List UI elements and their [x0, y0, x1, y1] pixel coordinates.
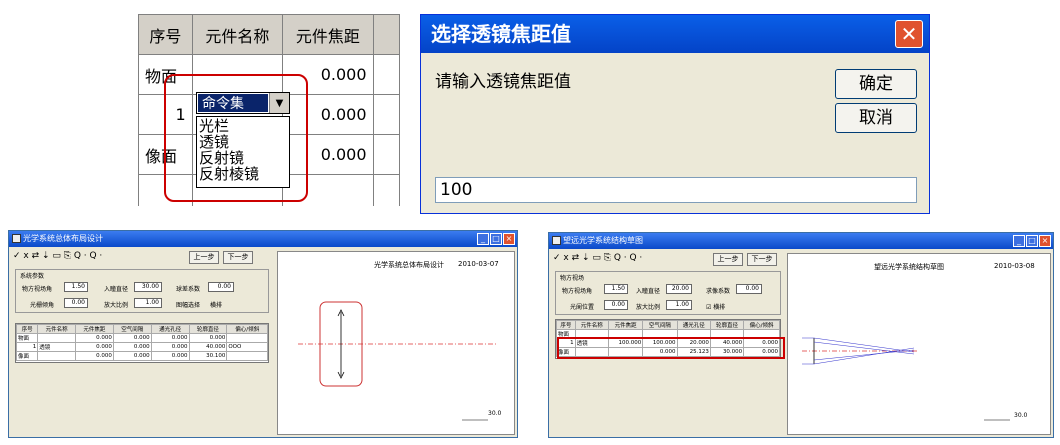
scale-label: 30.0: [1014, 412, 1028, 419]
maximize-icon[interactable]: □: [1026, 235, 1038, 247]
cancel-button[interactable]: 取消: [835, 103, 917, 133]
header-extra: [372, 14, 400, 55]
prev-step-button[interactable]: 上一步: [713, 253, 743, 266]
coef-input[interactable]: 0.00: [736, 284, 762, 294]
system-params-group: 系统参数 物方视场角 1.50 入瞳直径 30.00 球差系数 0.00 光栅倾…: [15, 269, 269, 313]
layout-canvas[interactable]: 光学系统总体布局设计 2010-03-07 30.0: [277, 251, 515, 435]
obj-field-input[interactable]: 1.50: [604, 284, 628, 294]
component-grid[interactable]: 序号 元件名称 元件焦距 空气间隔 通光孔径 轮廓直径 偏心/倾斜 物面 0.000 0.000…: [15, 323, 269, 363]
prev-step-button[interactable]: 上一步: [189, 251, 219, 264]
aperture-input[interactable]: 0.00: [64, 298, 88, 308]
ray-sketch: [802, 337, 1010, 421]
next-step-button[interactable]: 下一步: [223, 251, 253, 264]
dialog-prompt: 请输入透镜焦距值: [435, 72, 571, 92]
group-title: 系统参数: [20, 273, 45, 280]
entrance-input[interactable]: 20.00: [666, 284, 692, 294]
window-titlebar[interactable]: 光学系统总体布局设计 _ □ ×: [9, 231, 517, 247]
sketch-canvas[interactable]: 望远光学系统结构草图 2010-03-08 30.0: [787, 253, 1051, 435]
lens-sketch: [298, 301, 496, 421]
window-title: 光学系统总体布局设计: [23, 234, 103, 243]
aperture-input[interactable]: 0.00: [604, 300, 628, 310]
toolbar[interactable]: ✓ ⅹ ⇄ ⇣ ▭ ⎘ Q · Q ·: [13, 251, 102, 261]
window-titlebar[interactable]: 望远光学系统结构草图 _ □ ×: [549, 233, 1053, 249]
layout-choice[interactable]: 横排: [210, 300, 222, 309]
window-title: 望远光学系统结构草图: [563, 236, 643, 245]
close-icon[interactable]: ×: [1039, 235, 1051, 247]
highlight-annotation: [164, 74, 308, 202]
telescope-sketch-window: 望远光学系统结构草图 _ □ × ✓ ⅹ ⇄ ⇣ ▭ ⎘ Q · Q · 上一步 下…: [548, 232, 1054, 438]
focal-length-input[interactable]: 100: [435, 177, 917, 203]
table-row[interactable]: 物面 0.000 0.000 0.000 0.000: [15, 333, 268, 343]
app-icon: [552, 236, 561, 245]
mag-input[interactable]: 1.00: [666, 300, 692, 310]
coef-input[interactable]: 0.00: [208, 282, 234, 292]
close-icon[interactable]: ✕: [895, 20, 923, 48]
group-title: 物方视场: [560, 275, 585, 282]
next-step-button[interactable]: 下一步: [747, 253, 777, 266]
table-row[interactable]: 1 透镜 0.000 0.000 0.000 40.000 OOO: [15, 342, 268, 352]
header-seq: 序号: [138, 14, 193, 55]
header-focal: 元件焦距: [282, 14, 374, 55]
maximize-icon[interactable]: □: [490, 233, 502, 245]
dialog-title: 选择透镜焦距值: [421, 15, 929, 53]
close-icon[interactable]: ×: [503, 233, 515, 245]
toolbar[interactable]: ✓ ⅹ ⇄ ⇣ ▭ ⎘ Q · Q ·: [553, 253, 642, 263]
focal-length-dialog: 选择透镜焦距值 ✕ 请输入透镜焦距值 确定 取消 100: [420, 14, 930, 214]
obj-field-input[interactable]: 1.50: [64, 282, 88, 292]
app-icon: [12, 234, 21, 243]
ok-button[interactable]: 确定: [835, 69, 917, 99]
minimize-icon[interactable]: _: [1013, 235, 1025, 247]
object-field-group: 物方视场 物方视场角 1.50 入瞳直径 20.00 求像系数 0.00 光阑位…: [555, 271, 781, 315]
layout-checkbox[interactable]: ☑ 横排: [706, 302, 725, 311]
scale-label: 30.0: [488, 410, 502, 417]
minimize-icon[interactable]: _: [477, 233, 489, 245]
highlight-annotation: [557, 337, 785, 359]
layout-design-window: 光学系统总体布局设计 _ □ × ✓ ⅹ ⇄ ⇣ ▭ ⎘ Q · Q · 上一步 下…: [8, 230, 518, 438]
entrance-input[interactable]: 30.00: [134, 282, 162, 292]
mag-input[interactable]: 1.00: [134, 298, 162, 308]
table-row[interactable]: 像面 0.000 0.000 0.000 30.100: [15, 351, 268, 361]
header-name: 元件名称: [191, 14, 284, 55]
